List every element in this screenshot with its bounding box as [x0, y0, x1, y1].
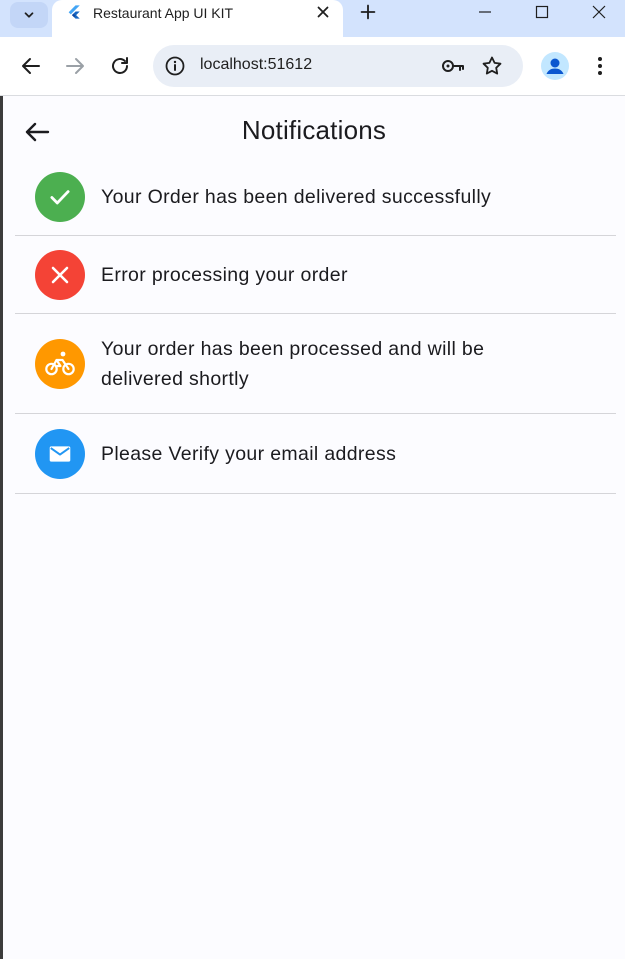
bookmark-star-icon[interactable]	[480, 54, 504, 78]
maximize-icon[interactable]	[531, 3, 553, 21]
tab-title: Restaurant App UI KIT	[93, 5, 234, 21]
notification-message: Your Order has been delivered successful…	[101, 185, 492, 208]
notification-list: Your Order has been delivered successful…	[15, 158, 616, 494]
email-icon	[49, 445, 71, 462]
app-screen: Notifications Your Order has been delive…	[3, 96, 625, 959]
check-icon	[50, 189, 70, 204]
key-icon[interactable]	[440, 54, 466, 78]
close-tab-icon[interactable]	[314, 3, 332, 21]
browser-tabstrip: Restaurant App UI KIT	[0, 0, 625, 37]
person-icon	[546, 58, 564, 74]
forward-icon[interactable]	[63, 54, 87, 78]
site-info-icon[interactable]	[163, 54, 187, 78]
app-bar: Notifications	[3, 96, 625, 164]
error-badge	[35, 249, 85, 300]
new-tab-icon[interactable]	[357, 1, 379, 23]
info-badge	[35, 428, 85, 479]
flutter-icon	[68, 5, 80, 19]
window-close-icon[interactable]	[588, 3, 610, 21]
notification-item[interactable]: Your order has been processed and will b…	[15, 314, 616, 414]
reload-icon[interactable]	[108, 54, 132, 78]
tab-search-button[interactable]	[10, 2, 48, 28]
notification-item[interactable]: Your Order has been delivered successful…	[15, 158, 616, 236]
browser-tab[interactable]: Restaurant App UI KIT	[52, 0, 343, 37]
browser-toolbar: localhost:51612	[0, 37, 625, 96]
notification-item[interactable]: Error processing your order	[15, 236, 616, 314]
profile-avatar[interactable]	[541, 52, 569, 80]
back-icon[interactable]	[19, 54, 43, 78]
close-icon	[51, 266, 69, 283]
more-menu-icon[interactable]	[588, 54, 612, 78]
page-title: Notifications	[241, 115, 387, 145]
processing-badge	[35, 338, 85, 389]
url-text[interactable]: localhost:51612	[200, 56, 312, 74]
chevron-down-icon	[24, 12, 34, 18]
address-bar[interactable]: localhost:51612	[153, 45, 523, 87]
notification-item[interactable]: Please Verify your email address	[15, 414, 616, 494]
bicycle-icon	[45, 351, 75, 375]
notification-message: Please Verify your email address	[101, 442, 397, 465]
success-badge	[35, 171, 85, 222]
notification-message: Your order has been processed and will b…	[101, 337, 485, 390]
minimize-icon[interactable]	[474, 3, 496, 21]
notification-message: Error processing your order	[101, 263, 348, 286]
